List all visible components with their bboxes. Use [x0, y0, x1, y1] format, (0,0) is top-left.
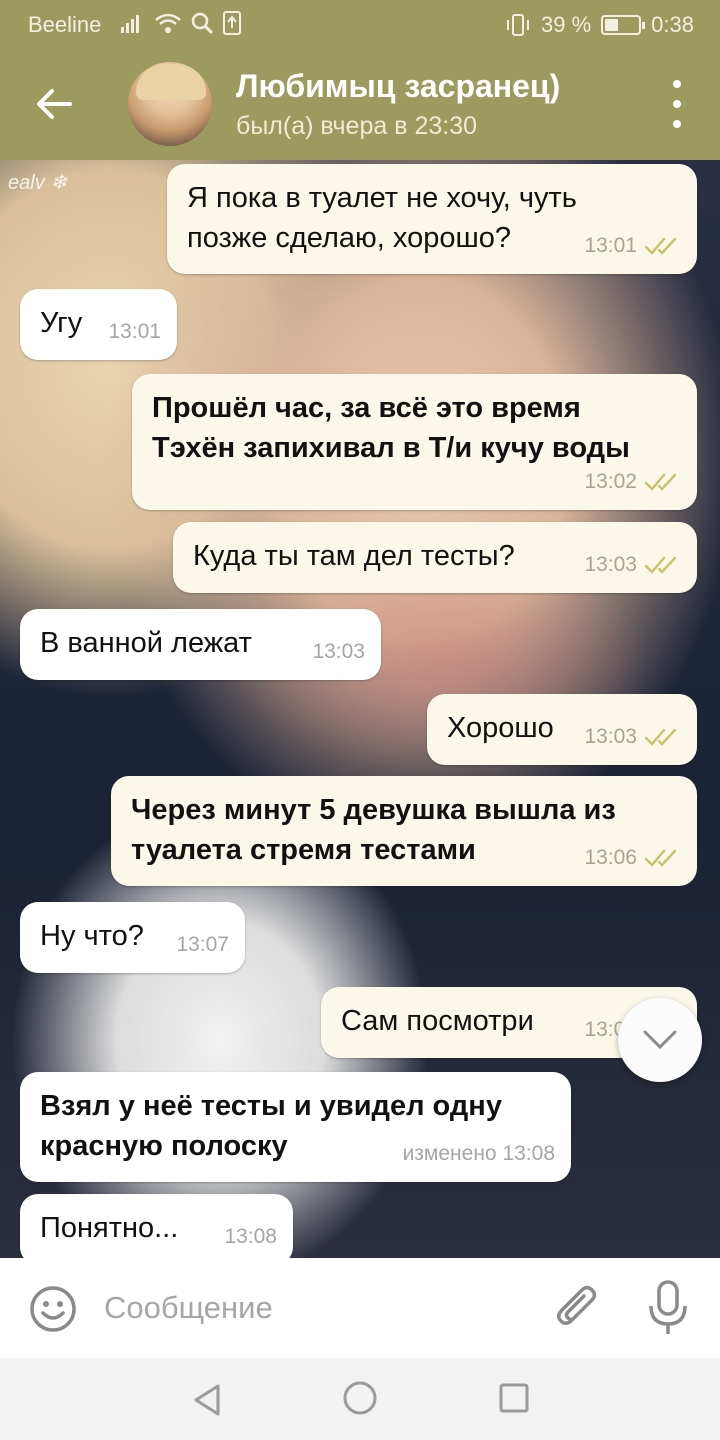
- message-time: 13:03: [312, 640, 365, 663]
- last-seen-status: был(а) вчера в 23:30: [236, 112, 478, 140]
- nav-recents-button[interactable]: [496, 1380, 532, 1416]
- attach-button[interactable]: [552, 1282, 602, 1334]
- status-icons: [120, 10, 242, 36]
- message-time: 13:06: [584, 846, 637, 869]
- read-check-icon: [645, 237, 677, 255]
- battery-fill: [605, 19, 618, 31]
- carrier-name: Beeline: [28, 12, 102, 37]
- read-check-icon: [645, 556, 677, 574]
- outgoing-message[interactable]: Прошёл час, за всё это время Тэхён запих…: [132, 374, 697, 510]
- chat-area[interactable]: ealv ❄ Я пока в туалет не хочу, чуть поз…: [0, 160, 720, 1258]
- message-time: 13:01: [584, 234, 637, 257]
- more-vert-icon: [673, 80, 681, 88]
- microphone-icon: [649, 1280, 687, 1334]
- emoji-button[interactable]: [28, 1284, 78, 1334]
- message-time: 13:03: [584, 725, 637, 748]
- message-time: 13:03: [584, 553, 637, 576]
- vibrate-icon: [507, 14, 530, 36]
- message-time: 13:08: [224, 1225, 277, 1248]
- message-time: изменено 13:08: [402, 1142, 555, 1165]
- outgoing-message[interactable]: Через минут 5 девушка вышла из туалета с…: [111, 776, 697, 886]
- chevron-down-icon: [643, 1030, 677, 1050]
- incoming-message[interactable]: Взял у неё тесты и увидел одну красную п…: [20, 1072, 571, 1182]
- outgoing-message[interactable]: Хорошо 13:03: [427, 694, 697, 765]
- status-right: 39 % 0:38: [505, 12, 694, 38]
- outgoing-message[interactable]: Я пока в туалет не хочу, чуть позже сдел…: [167, 164, 697, 274]
- status-bar: Beeline 39 % 0:38: [0, 0, 720, 48]
- outgoing-message[interactable]: Куда ты там дел тесты? 13:03: [173, 522, 697, 593]
- message-meta: 13:01: [584, 226, 681, 266]
- incoming-message[interactable]: Ну что? 13:07: [20, 902, 245, 973]
- message-meta: 13:03: [584, 717, 681, 757]
- read-check-icon: [645, 849, 677, 867]
- message-meta: 13:03: [312, 632, 365, 672]
- upload-icon: [223, 11, 241, 35]
- wallpaper-watermark: ealv ❄: [8, 172, 68, 194]
- nav-back-button[interactable]: [188, 1380, 228, 1420]
- paperclip-icon: [557, 1285, 597, 1325]
- message-meta: 13:08: [224, 1217, 277, 1257]
- message-meta: 13:06: [584, 838, 681, 878]
- circle-home-icon: [343, 1381, 377, 1415]
- incoming-message[interactable]: Угу 13:01: [20, 289, 177, 360]
- battery-icon: [601, 15, 646, 35]
- incoming-message[interactable]: В ванной лежат 13:03: [20, 609, 381, 680]
- message-input[interactable]: Сообщение: [104, 1290, 273, 1326]
- contact-name[interactable]: Любимыц засранец): [236, 68, 560, 105]
- message-composer: Сообщение: [0, 1258, 720, 1358]
- scroll-down-button[interactable]: [618, 998, 702, 1082]
- arrow-left-icon: [37, 89, 72, 119]
- message-meta: изменено 13:08: [403, 1134, 555, 1174]
- read-check-icon: [645, 728, 677, 746]
- message-time: 13:01: [108, 320, 161, 343]
- voice-record-button[interactable]: [644, 1278, 692, 1338]
- search-icon: [191, 12, 214, 35]
- incoming-message[interactable]: Понятно... 13:08: [20, 1194, 293, 1258]
- message-meta: 13:02: [584, 462, 681, 502]
- message-time: 13:02: [584, 470, 637, 493]
- message-time: 13:07: [176, 933, 229, 956]
- smile-icon: [30, 1286, 76, 1332]
- message-meta: 13:01: [108, 312, 161, 352]
- more-menu-button[interactable]: [662, 80, 692, 128]
- message-meta: 13:03: [584, 545, 681, 585]
- square-recents-icon: [499, 1383, 529, 1413]
- triangle-back-icon: [194, 1384, 220, 1416]
- system-nav-bar: [0, 1358, 720, 1440]
- battery-percent: 39 %: [541, 12, 592, 37]
- message-meta: 13:07: [176, 925, 229, 965]
- signal-icon: [121, 15, 139, 33]
- chat-header: Любимыц засранец) был(а) вчера в 23:30: [0, 48, 720, 160]
- message-text: Прошёл час, за всё это время Тэхён запих…: [152, 392, 630, 464]
- read-check-icon: [645, 473, 677, 491]
- back-button[interactable]: [24, 74, 84, 134]
- nav-home-button[interactable]: [340, 1378, 380, 1418]
- contact-avatar[interactable]: [128, 62, 212, 146]
- wifi-icon: [155, 13, 181, 33]
- clock: 0:38: [651, 12, 694, 37]
